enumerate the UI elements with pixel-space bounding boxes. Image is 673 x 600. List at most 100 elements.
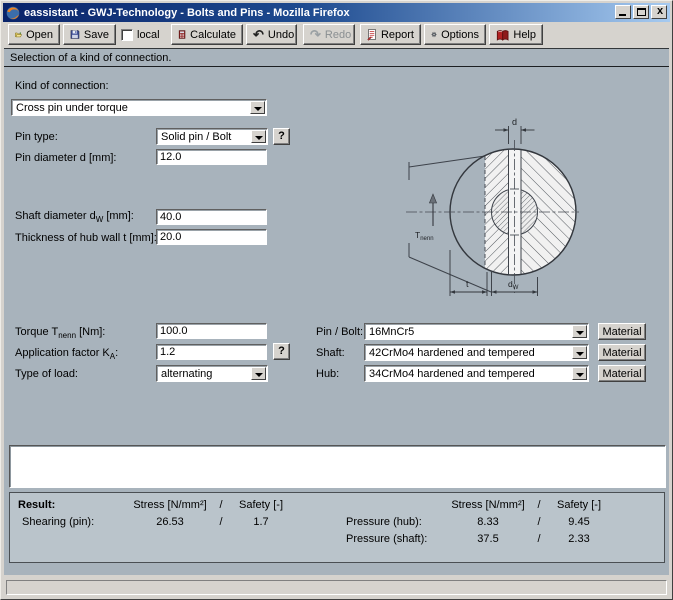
type-of-load-select[interactable]: alternating [156,365,268,382]
shearing-pin-stress: 26.53 [128,516,212,528]
save-floppy-icon [70,27,80,42]
message-box [9,445,666,488]
dropdown-arrow-icon[interactable] [251,367,266,380]
maximize-button[interactable] [633,5,649,19]
application-factor-label: Application factor KA: [15,347,118,361]
shearing-pin-label: Shearing (pin): [22,516,94,528]
maximize-icon [637,8,646,16]
pin-type-value: Solid pin / Bolt [161,131,249,143]
pressure-shaft-safety: 2.33 [550,533,608,545]
app-window: eassistant - GWJ-Technology - Bolts and … [0,0,673,600]
firefox-icon [6,6,20,20]
calculator-icon [178,27,186,42]
result-row: Pressure (shaft): 37.5 / 2.33 [10,533,664,547]
application-factor-input[interactable] [156,344,267,360]
pin-bolt-label: Pin / Bolt: [316,326,363,338]
pin-type-label: Pin type: [15,131,58,143]
window-title: eassistant - GWJ-Technology - Bolts and … [24,7,350,19]
local-checkbox-label: local [137,29,160,41]
pin-type-help-button[interactable]: ? [273,128,290,145]
result-title: Result: [18,499,55,511]
calculate-label: Calculate [190,29,236,41]
options-label: Options [441,29,479,41]
dropdown-arrow-icon[interactable] [250,101,265,114]
dropdown-arrow-icon[interactable] [251,130,266,143]
torque-arrow-head [429,194,436,203]
material-button-label: Material [602,347,641,359]
pressure-shaft-label: Pressure (shaft): [346,533,427,545]
application-factor-help-button[interactable]: ? [273,343,290,360]
report-button[interactable]: Report [360,24,421,45]
redo-label: Redo [325,29,351,41]
dropdown-arrow-icon[interactable] [572,367,587,380]
help-label: Help [513,29,536,41]
hub-label: Hub: [316,368,339,380]
type-of-load-value: alternating [161,368,249,380]
checkbox-icon[interactable] [121,29,133,41]
undo-icon: ↶ [253,28,264,41]
kind-of-connection-select[interactable]: Cross pin under torque [11,99,267,116]
page-header: Selection of a kind of connection. [4,49,669,67]
shaft-material-select[interactable]: 42CrMo4 hardened and tempered [364,344,589,361]
pressure-shaft-stress: 37.5 [446,533,530,545]
open-folder-icon [15,27,22,42]
toolbar: Open Save local [3,22,670,48]
shaft-diameter-input[interactable] [156,209,267,225]
titlebar: eassistant - GWJ-Technology - Bolts and … [3,3,670,22]
pin-type-select[interactable]: Solid pin / Bolt [156,128,268,145]
pressure-hub-stress: 8.33 [446,516,530,528]
cross-pin-diagram: d Tnenn t dW [406,110,596,310]
help-book-icon [496,28,509,42]
status-field [6,580,667,595]
pin-bolt-material-value: 16MnCr5 [369,326,570,338]
shaft-material-button[interactable]: Material [598,344,646,361]
slash: / [534,499,544,511]
undo-button[interactable]: ↶ Undo [246,24,297,45]
result-panel: Result: Stress [N/mm²] / Safety [-] Stre… [9,492,665,563]
close-button[interactable]: x [651,5,667,19]
hub-material-value: 34CrMo4 hardened and tempered [369,368,570,380]
dropdown-arrow-icon[interactable] [572,346,587,359]
pressure-hub-label: Pressure (hub): [346,516,422,528]
minimize-icon [619,14,626,16]
save-button[interactable]: Save [63,24,116,45]
open-label: Open [26,29,53,41]
shaft-material-value: 42CrMo4 hardened and tempered [369,347,570,359]
hub-material-select[interactable]: 34CrMo4 hardened and tempered [364,365,589,382]
material-button-label: Material [602,368,641,380]
pin-bolt-material-select[interactable]: 16MnCr5 [364,323,589,340]
slash: / [534,516,544,528]
save-label: Save [84,29,109,41]
redo-button[interactable]: ↷ Redo [303,24,355,45]
pressure-hub-safety: 9.45 [550,516,608,528]
shaft-diameter-label: Shaft diameter dW [mm]: [15,210,134,224]
dim-d-label: d [512,117,517,127]
type-of-load-label: Type of load: [15,368,78,380]
pin-diameter-input[interactable] [156,149,267,165]
shaft-label: Shaft: [316,347,345,359]
dim-t-label: t [466,279,469,289]
options-gear-icon [431,27,437,42]
local-checkbox[interactable]: local [121,29,160,41]
options-button[interactable]: Options [424,24,486,45]
pin-diameter-label: Pin diameter d [mm]: [15,152,116,164]
calculate-button[interactable]: Calculate [171,24,243,45]
dropdown-arrow-icon[interactable] [572,325,587,338]
hub-wall-input[interactable] [156,229,267,245]
shearing-pin-safety: 1.7 [232,516,290,528]
question-mark-icon: ? [278,345,285,357]
kind-of-connection-label: Kind of connection: [15,80,109,92]
minimize-button[interactable] [615,5,631,19]
open-button[interactable]: Open [8,24,60,45]
redo-icon: ↷ [310,28,321,41]
undo-label: Undo [268,29,294,41]
close-icon: x [652,5,668,17]
slash: / [216,499,226,511]
page-header-text: Selection of a kind of connection. [10,52,171,64]
slash: / [534,533,544,545]
pin-bolt-material-button[interactable]: Material [598,323,646,340]
report-label: Report [381,29,414,41]
hub-material-button[interactable]: Material [598,365,646,382]
torque-input[interactable] [156,323,267,339]
help-button[interactable]: Help [489,24,543,45]
